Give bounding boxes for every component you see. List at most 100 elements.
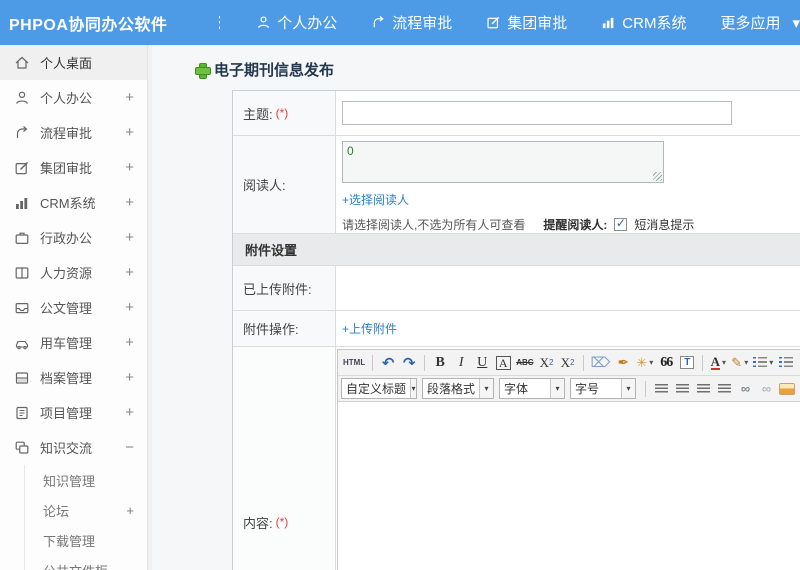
- clipboard-icon: T: [680, 356, 695, 369]
- highlight-color-button[interactable]: ✎ ▾: [729, 352, 750, 374]
- caret-down-icon: ▾: [769, 358, 774, 367]
- sidebar-subitem-label: 下载管理: [43, 533, 96, 549]
- html-source-button[interactable]: HTML: [341, 352, 367, 374]
- paste-from-word-button[interactable]: T: [677, 352, 697, 374]
- insert-link-button[interactable]: ∞: [735, 378, 755, 400]
- sidebar-item-human-resources[interactable]: 人力资源 +: [0, 255, 147, 290]
- quick-format-wand-button[interactable]: ✳ ▾: [634, 352, 655, 374]
- topnav-crm-system[interactable]: CRM系统: [601, 12, 686, 33]
- paragraph-format-select[interactable]: 段落格式 ▾: [422, 378, 494, 399]
- font-color-icon: A: [710, 353, 720, 370]
- sidebar-item-archive-management[interactable]: 档案管理 +: [0, 360, 147, 395]
- sidebar-item-personal-office[interactable]: 个人办公 +: [0, 80, 147, 115]
- readers-row: 阅读人: 0 +选择阅读人 请选择阅读人,不选为所有人可查看 提醒阅读人: 短消…: [233, 136, 800, 234]
- expand-sign[interactable]: +: [125, 194, 134, 211]
- editor-content-area[interactable]: [338, 402, 800, 570]
- sidebar-item-workflow-approval[interactable]: 流程审批 +: [0, 115, 147, 150]
- redo-button[interactable]: ↷: [399, 352, 419, 374]
- sidebar-item-label: 用车管理: [40, 336, 93, 351]
- sidebar-subitem-label: 知识管理: [43, 473, 96, 489]
- format-painter-button[interactable]: ✒: [613, 352, 633, 374]
- expand-sign[interactable]: +: [126, 503, 134, 518]
- readers-textarea[interactable]: 0: [342, 141, 664, 183]
- uploaded-attachment-label: 已上传附件:: [243, 281, 312, 297]
- align-left-button[interactable]: [651, 378, 671, 400]
- sidebar-item-document-management[interactable]: 公文管理 +: [0, 290, 147, 325]
- topnav-workflow-approval[interactable]: 流程审批: [371, 12, 452, 33]
- readers-note: 请选择阅读人,不选为所有人可查看: [342, 218, 526, 232]
- expand-sign[interactable]: +: [125, 369, 134, 386]
- unlink-icon: ∞: [761, 381, 771, 396]
- insert-image-button[interactable]: [777, 378, 797, 400]
- blockquote-button[interactable]: 66: [656, 352, 676, 374]
- underline-button[interactable]: U: [472, 352, 492, 374]
- expand-sign[interactable]: +: [125, 404, 134, 421]
- sidebar-item-project-management[interactable]: 项目管理 +: [0, 395, 147, 430]
- topnav-group-approval[interactable]: 集团审批: [486, 12, 567, 33]
- sidebar-item-knowledge-exchange[interactable]: 知识交流 −: [0, 430, 147, 465]
- subject-input[interactable]: [342, 101, 732, 125]
- align-justify-button[interactable]: [714, 378, 734, 400]
- sidebar-subitem-public-file-cabinet[interactable]: 公共文件柜: [25, 555, 147, 570]
- sidebar-subitem-forum[interactable]: 论坛 +: [25, 495, 147, 525]
- remove-link-button[interactable]: ∞: [756, 378, 776, 400]
- font-style-button[interactable]: A: [493, 352, 513, 374]
- upload-attachment-link[interactable]: +上传附件: [342, 320, 397, 337]
- caret-down-icon[interactable]: ▾: [792, 14, 800, 32]
- topnav-personal-office[interactable]: 个人办公: [256, 12, 337, 33]
- attachment-section-header: 附件设置: [233, 234, 800, 266]
- unordered-list-button[interactable]: [776, 352, 796, 374]
- expand-sign[interactable]: +: [125, 264, 134, 281]
- sidebar-subitem-knowledge-management[interactable]: 知识管理: [25, 465, 147, 495]
- subscript-button[interactable]: X2: [558, 352, 578, 374]
- notebook-icon: [14, 405, 30, 421]
- font-family-select[interactable]: 字体 ▾: [499, 378, 565, 399]
- select-readers-link[interactable]: +选择阅读人: [342, 191, 409, 208]
- expand-sign[interactable]: +: [125, 334, 134, 351]
- caret-down-icon: ▾: [721, 358, 726, 367]
- sidebar-item-group-approval[interactable]: 集团审批 +: [0, 150, 147, 185]
- required-mark: (*): [275, 106, 289, 120]
- sidebar-item-admin-office[interactable]: 行政办公 +: [0, 220, 147, 255]
- link-icon: ∞: [740, 381, 750, 396]
- resize-grip[interactable]: [653, 172, 662, 181]
- expand-sign[interactable]: −: [125, 439, 134, 456]
- align-center-button[interactable]: [672, 378, 692, 400]
- undo-button[interactable]: ↶: [378, 352, 398, 374]
- sidebar-subitem-download-management[interactable]: 下载管理: [25, 525, 147, 555]
- workflow-icon: [14, 125, 30, 141]
- superscript-button[interactable]: X2: [537, 352, 557, 374]
- attachment-action-label-cell: 附件操作:: [233, 311, 336, 346]
- topnav-more-apps[interactable]: 更多应用: [720, 12, 780, 33]
- expand-sign[interactable]: +: [125, 124, 134, 141]
- align-right-button[interactable]: [693, 378, 713, 400]
- italic-button[interactable]: I: [451, 352, 471, 374]
- sidebar-item-label: 人力资源: [40, 266, 93, 281]
- caret-down-icon: ▾: [479, 379, 493, 398]
- caret-down-icon: ▾: [550, 379, 564, 398]
- toolbar-separator: [702, 354, 704, 371]
- sidebar-item-personal-desktop[interactable]: 个人桌面: [0, 45, 147, 80]
- sms-notify-checkbox[interactable]: [614, 216, 628, 231]
- sidebar-item-vehicle-management[interactable]: 用车管理 +: [0, 325, 147, 360]
- remove-format-eraser-button[interactable]: ⌦: [589, 352, 613, 374]
- attachment-action-row: 附件操作: +上传附件: [233, 311, 800, 347]
- hamburger-menu-icon[interactable]: [219, 16, 221, 29]
- expand-sign[interactable]: +: [125, 299, 134, 316]
- publish-form: 主题: (*) 阅读人: 0 +选择阅读人 请选择阅读人,不选为所有人可查看 提…: [232, 90, 800, 570]
- sidebar-item-crm-system[interactable]: CRM系统 +: [0, 185, 147, 220]
- image-icon: [779, 382, 795, 395]
- bold-button[interactable]: B: [430, 352, 450, 374]
- ordered-list-button[interactable]: ▾: [751, 352, 775, 374]
- font-size-select[interactable]: 字号 ▾: [570, 378, 636, 399]
- heading-select[interactable]: 自定义标题 ▾: [341, 378, 417, 399]
- archive-icon: [14, 370, 30, 386]
- uploaded-attachment-value-cell: [336, 266, 800, 310]
- subject-row: 主题: (*): [233, 91, 800, 136]
- expand-sign[interactable]: +: [125, 229, 134, 246]
- expand-sign[interactable]: +: [125, 159, 134, 176]
- font-color-button[interactable]: A ▾: [708, 352, 728, 374]
- strikethrough-button[interactable]: ABC: [514, 352, 535, 374]
- toolbar-separator: [372, 354, 374, 371]
- expand-sign[interactable]: +: [125, 89, 134, 106]
